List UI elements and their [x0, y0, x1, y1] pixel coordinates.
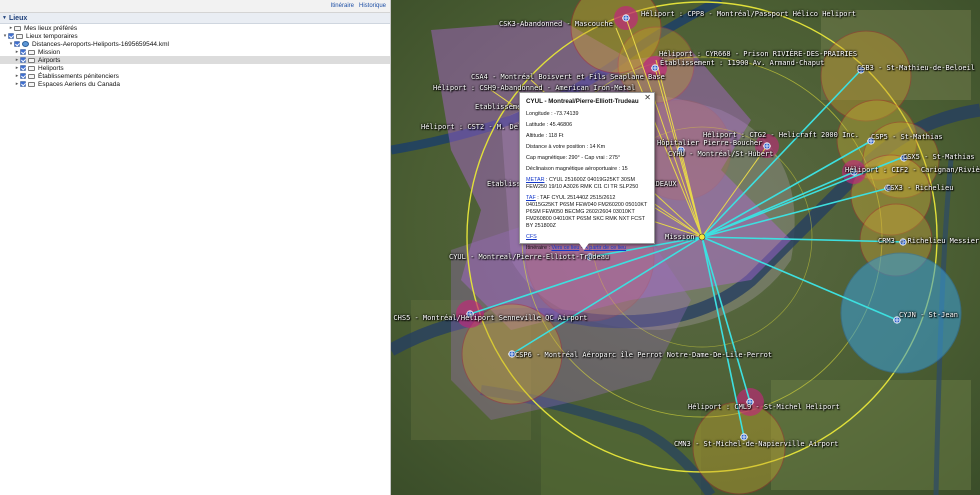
map-label[interactable]: CMN3 - St-Michel-de-Napierville Airport	[674, 440, 838, 448]
folder-icon	[16, 33, 23, 39]
popup-altitude: Altitude : 118 Ft	[526, 133, 564, 140]
visibility-checkbox[interactable]	[20, 57, 26, 63]
places-title: Lieux	[8, 14, 28, 22]
places-header[interactable]: ▼ Lieux	[0, 13, 390, 24]
airport-info-popup: ✕ CYUL - Montreal/Pierre-Elliott-Trudeau…	[519, 92, 655, 251]
itin-label: Itinéraire :	[526, 245, 552, 252]
popup-metar: METAR : CYUL 251600Z 04019G25KT 30SM FEW…	[526, 177, 648, 191]
popup-longitude: Longitude : -73.74139	[526, 111, 579, 118]
collapse-triangle-icon[interactable]: ▼	[2, 15, 7, 21]
popup-taf: TAF : TAF CYUL 251440Z 2515/2612 04015G2…	[526, 195, 648, 230]
cfs-link[interactable]: CFS	[526, 234, 537, 240]
mission-marker	[698, 233, 706, 241]
tree-item[interactable]: ▸ Établissements pénitenciers	[0, 72, 390, 80]
tree-item[interactable]: ▸ Mes lieux préférés	[0, 24, 390, 32]
map-label[interactable]: Héliport : CML9 - St-Michel Heliport	[688, 403, 840, 411]
map-label[interactable]: Héliport : CIF2 - Carignan/Rivière L'Aca…	[845, 166, 980, 174]
top-toolbar: Itinéraire Historique	[0, 0, 390, 13]
tree-item-label: Distances-Aeroports-Heliports-1695659544…	[32, 40, 169, 48]
popup-close-button[interactable]: ✕	[644, 93, 651, 103]
popup-title: CYUL - Montreal/Pierre-Elliott-Trudeau	[526, 98, 639, 105]
metar-link[interactable]: METAR	[526, 177, 544, 183]
popup-latitude: Latitude : 45.46806	[526, 122, 573, 129]
map-label[interactable]: CSB3 - St-Mathieu-de-Beloeil	[857, 64, 975, 72]
visibility-checkbox[interactable]	[20, 65, 26, 71]
map-label[interactable]: CYHU - Montréal/St-Hubert	[668, 150, 773, 158]
map-label[interactable]: Hôpitalier Pierre-Boucher	[657, 139, 762, 147]
tree-item[interactable]: ▸ Airports	[0, 56, 390, 64]
map-label[interactable]: CRM3 - Richelieu Messier	[878, 237, 979, 245]
map-label[interactable]: CYJN - St-Jean	[899, 311, 958, 319]
map-label[interactable]: Mission	[665, 233, 695, 241]
folder-icon	[28, 49, 35, 55]
map-label[interactable]: CSP6 - Montréal Aéroparc île Perrot Notr…	[515, 351, 772, 359]
airplane-icon	[763, 142, 771, 150]
visibility-checkbox[interactable]	[20, 73, 26, 79]
folder-icon	[28, 65, 35, 71]
map-label[interactable]: Héliport : CTG2 - Helicraft 2000 Inc.	[703, 131, 859, 139]
map-label[interactable]: CSX3 - Richelieu	[886, 184, 953, 192]
kml-file-icon	[22, 41, 29, 47]
tree-item-label: Airports	[38, 56, 61, 64]
tree-item[interactable]: ▾ Distances-Aeroports-Heliports-169565954…	[0, 40, 390, 48]
places-panel: Itinéraire Historique ▼ Lieux ▸ Mes lieux…	[0, 0, 391, 495]
popup-cfs: CFS	[526, 234, 648, 241]
folder-icon	[28, 57, 35, 63]
map-label[interactable]: CSP5 - St-Mathias	[871, 133, 943, 141]
tree-item-label: Lieux temporaires	[26, 32, 78, 40]
map-label[interactable]: Héliport : CYR668 - Prison RIVIÈRE-DES-P…	[659, 50, 857, 58]
visibility-checkbox[interactable]	[14, 41, 20, 47]
itineraire-link[interactable]: Itinéraire	[331, 3, 354, 9]
tree-item-label: Établissements pénitenciers	[38, 72, 119, 80]
map-label[interactable]: Héliport : CPP8 - Montréal/Passport Héli…	[641, 10, 856, 18]
vers-ce-lieu-link[interactable]: Vers ce lieu	[551, 245, 579, 251]
map-label[interactable]: CSA4 - Montréal Boisvert et Fils Seaplan…	[471, 73, 665, 81]
airplane-icon	[651, 64, 659, 72]
tree-item-label: Espaces Aeriens du Canada	[38, 80, 121, 88]
visibility-checkbox[interactable]	[20, 49, 26, 55]
places-tree: ▸ Mes lieux préférés ▾ Lieux temporaires ▾ Di…	[0, 24, 390, 88]
tree-item[interactable]: ▸ Espaces Aeriens du Canada	[0, 80, 390, 88]
tree-item-label: Mes lieux préférés	[24, 24, 78, 32]
popup-distance: Distance à votre position : 14 Km	[526, 144, 606, 151]
taf-link[interactable]: TAF	[526, 195, 536, 201]
visibility-checkbox[interactable]	[8, 33, 14, 39]
folder-icon	[14, 25, 21, 31]
folder-icon	[28, 73, 35, 79]
popup-declinaison: Déclinaison magnétique aéroportuaire : 1…	[526, 166, 628, 173]
tree-item[interactable]: ▸ Mission	[0, 48, 390, 56]
map-label[interactable]: - CHS5 - Montréal/Heliport Senneville QC…	[391, 314, 587, 322]
popup-pointer	[579, 243, 589, 250]
map-label[interactable]: CSX5 - St-Mathias	[903, 153, 975, 161]
airplane-icon	[622, 14, 630, 22]
historique-link[interactable]: Historique	[359, 3, 386, 9]
tree-item-label: Mission	[38, 48, 61, 56]
visibility-checkbox[interactable]	[20, 81, 26, 87]
tree-item[interactable]: ▸ Heliports	[0, 64, 390, 72]
satellite-map[interactable]: Héliport : CPP8 - Montréal/Passport Héli…	[391, 0, 980, 495]
taf-text: : TAF CYUL 251440Z 2515/2612 04015G25KT …	[526, 195, 648, 230]
map-label[interactable]: CSK3-Abandonned - Mascouche	[499, 20, 613, 28]
map-label[interactable]: Héliport : CSH9-Abandonned - American Ir…	[433, 84, 635, 92]
folder-icon	[28, 81, 35, 87]
map-label[interactable]: Établissement : 11900 Av. Armand-Chaput	[660, 59, 824, 67]
popup-cap: Cap magnétique: 290° - Cap vrai : 275°	[526, 155, 621, 162]
tree-item-label: Heliports	[38, 64, 64, 72]
a-partir-de-ce-lieu-link[interactable]: À partir de ce lieu	[584, 245, 626, 251]
tree-item[interactable]: ▾ Lieux temporaires	[0, 32, 390, 40]
map-label[interactable]: CYUL - Montreal/Pierre-Elliott-Trudeau	[449, 253, 609, 261]
